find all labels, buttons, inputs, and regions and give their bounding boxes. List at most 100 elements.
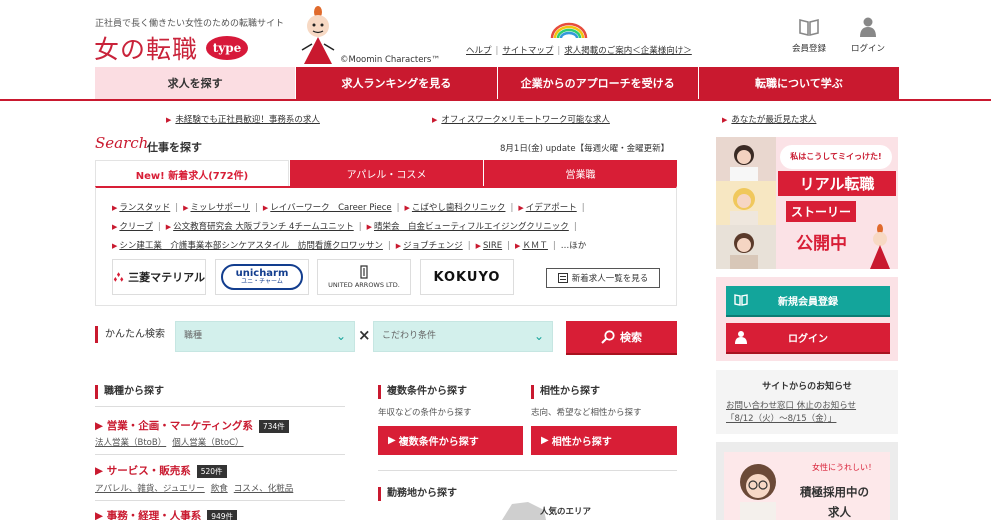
logo-type-badge[interactable]: type — [206, 36, 248, 60]
register-header-label: 会員登録 — [791, 44, 826, 54]
category-subs: アパレル、雑貨、ジュエリー 飲食 コスメ、化粧品 — [95, 482, 299, 494]
banner2-title-2: 求人 — [828, 505, 851, 519]
sub-link[interactable]: コスメ、化粧品 — [234, 484, 294, 494]
company-link[interactable]: ミッレサポーリ — [191, 203, 251, 213]
sublink-recently-viewed[interactable]: ▶ あなたが最近見た求人 — [722, 113, 816, 125]
category-sales-planning[interactable]: ▶ 営業・企画・マーケティング系 734件 — [95, 418, 289, 433]
banner-subtitle: ストーリー — [786, 201, 857, 222]
triangle-icon: ▶ — [432, 116, 438, 124]
multi-heading: 複数条件から探す — [378, 385, 467, 399]
employer-info-link[interactable]: 求人掲載のご案内＜企業様向け＞ — [564, 46, 692, 56]
search-button[interactable]: 検索 — [566, 321, 677, 353]
woman-photo-1 — [716, 137, 776, 181]
multi-search-button[interactable]: ▶ 複数条件から探す — [378, 426, 523, 455]
woman-glasses-photo — [740, 464, 776, 520]
active-hiring-banner[interactable]: 女性にうれしい！ 積極採用中の 求人 — [716, 442, 898, 520]
divider — [95, 500, 345, 501]
nav-divider — [0, 99, 991, 101]
company-link[interactable]: イデアポート — [526, 203, 577, 213]
search-title: 仕事を探す — [147, 141, 202, 154]
notice-heading: サイトからのお知らせ — [762, 382, 852, 392]
little-my-mascot-icon — [301, 6, 335, 64]
arrows-icon — [360, 265, 368, 279]
category-service-sales[interactable]: ▶ サービス・販売系 520件 — [95, 463, 227, 478]
company-link[interactable]: ランスタッド — [119, 203, 170, 213]
triangle-icon: ▶ — [722, 116, 728, 124]
site-header: 正社員で長く働きたい女性のための転職サイト 女の転職 type ©Moomin … — [0, 0, 991, 67]
company-link[interactable]: ＫＭＴ — [522, 241, 548, 251]
occupation-select[interactable]: 職種 ⌄ — [175, 321, 355, 352]
book-icon — [799, 18, 819, 37]
woman-photo-2 — [716, 181, 776, 225]
site-logo[interactable]: 女の転職 — [94, 30, 198, 66]
banner-bubble: 私はこうしてミイっけた! — [780, 145, 892, 169]
sublink-office-beginner[interactable]: ▶ 未経験でも正社員歓迎！事務系の求人 — [166, 113, 320, 125]
login-button[interactable]: ログイン — [726, 323, 890, 352]
more-text: …ほか — [560, 241, 587, 251]
company-link[interactable]: 公文教育研究会 大阪ブランチ 4チームユニット — [173, 222, 354, 232]
login-header-button[interactable]: ログイン — [843, 16, 893, 54]
register-header-button[interactable]: 会員登録 — [784, 16, 834, 54]
person-icon — [735, 331, 747, 344]
book-icon — [734, 294, 748, 306]
company-line-3: ▶ シン建工業 介護事業本部シンケアスタイル 訪問看護クロワッサン | ▶ ジョブチェン… — [112, 241, 587, 251]
sublink-remote-work[interactable]: ▶ オフィスワーク×リモートワーク可能な求人 — [432, 113, 610, 125]
copyright-text: ©Moomin Characters™ — [340, 55, 440, 65]
tab-apparel[interactable]: アパレル・コスメ — [289, 160, 483, 187]
company-link[interactable]: こばやし歯科クリニック — [412, 203, 506, 213]
company-link[interactable]: レイバーワーク Career Piece — [270, 203, 391, 213]
logo-kokuyo[interactable]: KOKUYO — [420, 259, 514, 295]
company-line-2: ▶ クリープ | ▶ 公文教育研究会 大阪ブランチ 4チームユニット | ▶ 晴栄会 白金ビュ… — [112, 222, 577, 232]
nav-learn[interactable]: 転職について学ぶ — [697, 67, 899, 99]
page: 正社員で長く働きたい女性のための転職サイト 女の転職 type ©Moomin … — [0, 0, 991, 520]
category-office-admin[interactable]: ▶ 事務・経理・人事系 949件 — [95, 508, 238, 520]
nav-rankings[interactable]: 求人ランキングを見る — [295, 67, 497, 99]
sub-link[interactable]: 個人営業（BtoC） — [172, 438, 243, 448]
real-story-banner[interactable]: 私はこうしてミイっけた! リアル転職 ストーリー 公開中 — [716, 137, 898, 269]
divider — [95, 454, 345, 455]
logo-unicharm[interactable]: unicharm ユニ・チャーム — [215, 259, 309, 295]
preference-select[interactable]: こだわり条件 ⌄ — [373, 321, 553, 352]
company-link[interactable]: 晴栄会 白金ビューティフルエイジングクリニック — [374, 222, 569, 232]
company-link[interactable]: SIRE — [483, 241, 502, 251]
site-tagline: 正社員で長く働きたい女性のための転職サイト — [95, 19, 285, 29]
triangle-icon: ▶ — [166, 116, 172, 124]
company-link[interactable]: シン建工業 介護事業本部シンケアスタイル 訪問看護クロワッサン — [119, 241, 383, 251]
occupation-heading: 職種から探す — [95, 385, 164, 399]
sub-link[interactable]: 法人営業（BtoB） — [95, 438, 166, 448]
sub-link[interactable]: アパレル、雑貨、ジュエリー — [95, 484, 205, 494]
sitemap-link[interactable]: サイトマップ — [502, 46, 553, 56]
easy-search-label: かんたん検索 — [95, 326, 165, 343]
divider — [378, 470, 677, 471]
count-badge: 520件 — [196, 464, 227, 478]
banner-open-text: 公開中 — [796, 234, 847, 254]
update-info: 8月1日(金) update【毎週火曜・金曜更新】 — [500, 144, 670, 154]
three-diamonds-icon — [113, 272, 124, 282]
affinity-desc: 志向、希望など相性から探す — [531, 408, 642, 418]
help-link[interactable]: ヘルプ — [466, 46, 492, 56]
nav-approach[interactable]: 企業からのアプローチを受ける — [496, 67, 698, 99]
company-link[interactable]: クリープ — [119, 222, 153, 232]
nav-find-jobs[interactable]: 求人を探す — [95, 67, 296, 99]
search-script-heading: Search — [95, 134, 149, 152]
company-link[interactable]: ジョブチェンジ — [403, 241, 463, 251]
multi-desc: 年収などの条件から探す — [378, 408, 472, 418]
logo-mitsubishi[interactable]: 三菱マテリアル — [112, 259, 206, 295]
register-button[interactable]: 新規会員登録 — [726, 286, 890, 315]
list-icon — [557, 273, 568, 283]
logo-united-arrows[interactable]: UNITED ARROWS LTD. — [317, 259, 411, 295]
cross-icon: × — [358, 326, 371, 344]
tab-new-jobs[interactable]: New! 新着求人(772件) — [95, 160, 289, 187]
site-notice: サイトからのお知らせ お問い合わせ窓口 休止のお知らせ 「8/12（火）～8/1… — [716, 370, 898, 434]
woman-photo-3 — [716, 225, 776, 269]
notice-link[interactable]: お問い合わせ窓口 休止のお知らせ 「8/12（火）～8/15（金）」 — [726, 400, 856, 426]
header-links: ヘルプ | サイトマップ | 求人掲載のご案内＜企業様向け＞ — [466, 46, 692, 56]
count-badge: 949件 — [207, 509, 238, 520]
sub-link[interactable]: 飲食 — [211, 484, 228, 494]
tab-sales[interactable]: 営業職 — [483, 160, 677, 187]
divider — [95, 406, 345, 407]
affinity-search-button[interactable]: ▶ 相性から探す — [531, 426, 677, 455]
area-heading: 勤務地から探す — [378, 487, 457, 501]
all-new-jobs-button[interactable]: 新着求人一覧を見る — [546, 268, 660, 288]
login-header-label: ログイン — [850, 44, 885, 54]
